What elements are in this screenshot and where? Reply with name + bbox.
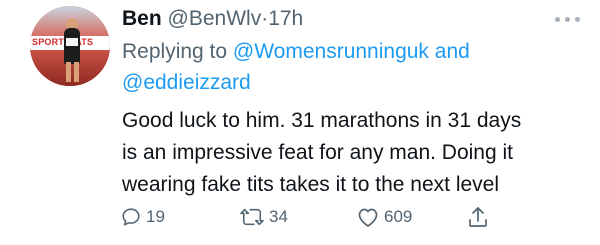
tweet-text-line: Good luck to him. 31 marathons in 31 day… [122, 109, 522, 132]
tweet-text: Good luck to him. 31 marathons in 31 day… [122, 105, 592, 201]
replying-to: Replying to @Womensrunninguk and @eddiei… [122, 36, 582, 98]
avatar[interactable]: SPORTSTATS [30, 6, 110, 86]
author-handle[interactable]: @BenWlv [168, 7, 262, 30]
tweet-time[interactable]: 17h [268, 7, 303, 30]
avatar-banner-text: SPORTSTATS [32, 37, 94, 47]
like-button[interactable]: 609 [356, 202, 412, 232]
author-name[interactable]: Ben [122, 7, 162, 30]
reply-mention-1[interactable]: @Womensrunninguk [233, 40, 429, 63]
reply-icon [122, 208, 140, 226]
tweet-header: Ben @BenWlv·17h [122, 6, 303, 32]
reply-button[interactable]: 19 [120, 202, 165, 232]
avatar-runner-body [64, 28, 80, 64]
action-bar: 19 34 609 [118, 202, 598, 232]
retweet-icon [240, 208, 264, 226]
tweet-text-line: is an impressive feat for any man. Doing… [122, 141, 514, 164]
retweet-count: 34 [269, 207, 288, 226]
retweet-button[interactable]: 34 [239, 202, 288, 232]
reply-and: and [428, 40, 470, 63]
like-icon [358, 208, 378, 227]
replying-prefix: Replying to [122, 40, 233, 63]
avatar-runner-leg [74, 62, 79, 82]
like-count: 609 [384, 207, 413, 226]
share-icon [469, 207, 487, 227]
avatar-runner-bib [66, 38, 78, 46]
avatar-runner-leg [66, 62, 71, 82]
reply-mention-2[interactable]: @eddieizzard [122, 71, 251, 94]
tweet-text-line: wearing fake tits takes it to the next l… [122, 173, 500, 196]
more-icon[interactable] [552, 14, 582, 26]
reply-count: 19 [146, 207, 165, 226]
share-button[interactable] [467, 202, 489, 232]
